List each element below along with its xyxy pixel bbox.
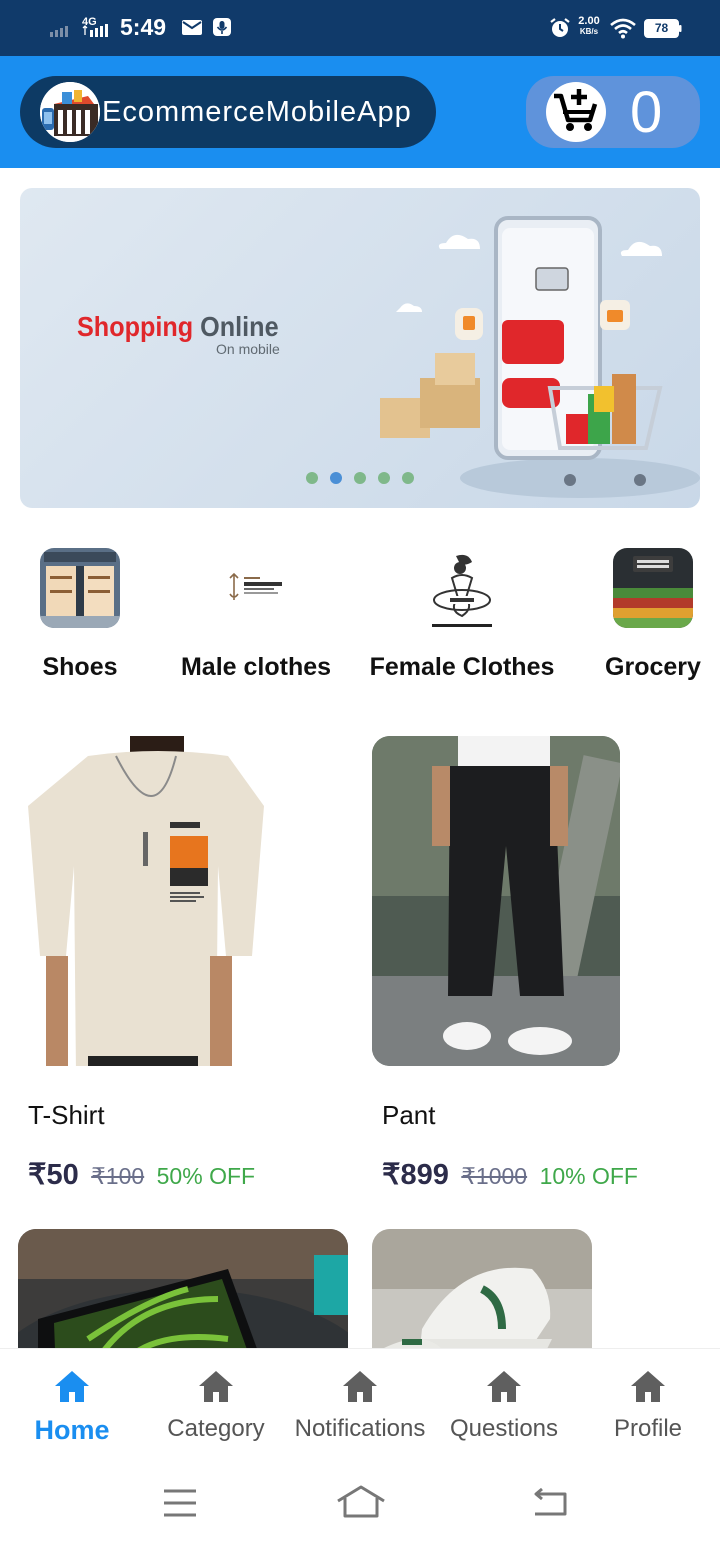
fashion-store-logo-thumb [216, 548, 296, 628]
network-speed: 2.00 KB/s [576, 16, 602, 37]
nav-label: Profile [613, 1415, 683, 1442]
cart-count: 0 [630, 80, 663, 145]
sneaker-image [372, 1229, 592, 1348]
alarm-icon [550, 18, 570, 37]
nav-questions[interactable]: Questions [432, 1367, 576, 1443]
product-card[interactable]: Pant ₹899 ₹1000 10% OFF [372, 736, 702, 1192]
battery-level: 78 [654, 21, 669, 35]
category-label: Male clothes [180, 653, 332, 681]
category-label: Grocery [605, 653, 701, 681]
speed-unit: KB/s [579, 27, 599, 36]
carousel-dot-active[interactable] [330, 472, 342, 484]
speed-value: 2.00 [578, 15, 600, 27]
category-label: Female Clothes [369, 653, 555, 681]
carousel-dot[interactable] [306, 472, 318, 484]
banner-subtitle: On mobile [216, 341, 280, 357]
discount-badge: 50% OFF [156, 1163, 256, 1189]
home-icon [487, 1371, 521, 1402]
nav-notifications[interactable]: Notifications [288, 1367, 432, 1443]
store-logo-icon [40, 82, 100, 142]
fashion-store-logo-thumb [422, 548, 502, 628]
category-strip: Shoes Male clothes Female Clothes Grocer… [0, 548, 720, 698]
original-price: ₹1000 [461, 1163, 528, 1189]
bottom-navigation: Home Category Notifications Questions Pr… [0, 1348, 720, 1460]
shoe-store-thumb [40, 548, 120, 628]
nav-home[interactable]: Home [0, 1367, 144, 1446]
category-grocery[interactable]: Grocery [604, 548, 702, 682]
sale-price: ₹899 [382, 1159, 449, 1191]
banner-headline: Shopping Online [77, 312, 279, 342]
price-row: ₹899 ₹1000 10% OFF [382, 1157, 702, 1192]
grocery-store-thumb [613, 548, 693, 628]
carousel-dots [306, 472, 414, 484]
home-icon [631, 1371, 665, 1402]
app-bar: EcommerceMobileApp 0 [0, 56, 720, 168]
cart-button[interactable]: 0 [526, 76, 700, 148]
nav-category[interactable]: Category [144, 1367, 288, 1443]
category-shoes[interactable]: Shoes [36, 548, 124, 682]
back-icon[interactable] [530, 1486, 568, 1518]
phone-shopping-illustration [380, 216, 700, 498]
mic-icon [213, 18, 231, 36]
product-card[interactable]: T-Shirt ₹50 ₹100 50% OFF [18, 736, 348, 1192]
product-name: T-Shirt [28, 1100, 105, 1130]
carousel-dot[interactable] [378, 472, 390, 484]
pant-image [372, 736, 620, 1066]
product-grid: T-Shirt ₹50 ₹100 50% OFF Pant ₹899 ₹1000… [0, 736, 720, 1348]
original-price: ₹100 [91, 1163, 145, 1189]
discount-badge: 10% OFF [539, 1163, 638, 1189]
product-card[interactable] [372, 1229, 592, 1348]
category-male-clothes[interactable]: Male clothes [176, 548, 336, 682]
carousel-dot[interactable] [354, 472, 366, 484]
clock: 5:49 [120, 14, 167, 40]
signal-icon: 4G [50, 16, 108, 37]
promo-banner[interactable]: Shopping Online On mobile [20, 188, 700, 508]
banner-headline-dark: Online [200, 311, 279, 342]
category-label: Shoes [42, 653, 118, 681]
price-row: ₹50 ₹100 50% OFF [28, 1157, 348, 1192]
app-title: EcommerceMobileApp [102, 96, 412, 128]
laptop-image [18, 1229, 348, 1348]
mail-icon [182, 20, 202, 35]
brand-pill[interactable]: EcommerceMobileApp [20, 76, 436, 148]
system-navigation [0, 1460, 720, 1544]
menu-icon[interactable] [162, 1488, 198, 1518]
home-icon [343, 1371, 377, 1402]
carousel-dot[interactable] [402, 472, 414, 484]
product-card[interactable] [18, 1229, 348, 1348]
product-name: Pant [382, 1100, 436, 1130]
nav-label: Notifications [294, 1415, 426, 1442]
nav-profile[interactable]: Profile [576, 1367, 720, 1443]
wifi-icon [610, 18, 636, 39]
banner-headline-red: Shopping [77, 311, 194, 342]
battery-icon: 78 [644, 19, 682, 38]
nav-label: Home [34, 1415, 110, 1445]
tshirt-image [18, 736, 266, 1066]
nav-label: Questions [449, 1415, 559, 1442]
home-icon [199, 1371, 233, 1402]
home-outline-icon[interactable] [336, 1484, 386, 1518]
status-bar: 4G 5:49 2.00 KB/s 78 [0, 0, 720, 56]
sale-price: ₹50 [28, 1159, 79, 1191]
nav-label: Category [167, 1415, 265, 1442]
home-icon [55, 1371, 89, 1402]
category-female-clothes[interactable]: Female Clothes [368, 548, 556, 682]
cart-add-icon [546, 82, 606, 142]
